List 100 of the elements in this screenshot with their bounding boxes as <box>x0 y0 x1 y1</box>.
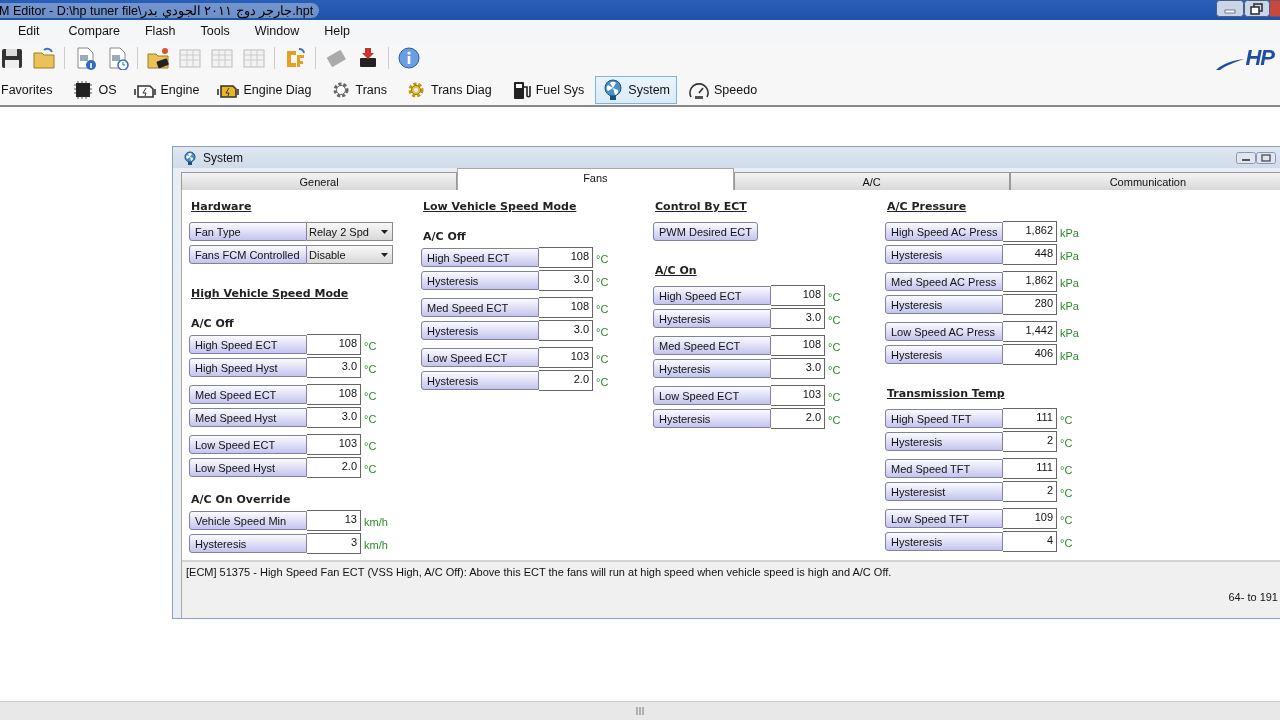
unit-label: °C <box>828 414 841 426</box>
minimize-icon[interactable] <box>1236 151 1256 164</box>
menu-item[interactable]: Compare <box>68 24 129 38</box>
value-field[interactable]: 1,862 <box>1003 221 1057 242</box>
section-subheading: A/C On Override <box>191 493 292 506</box>
nav-tab[interactable]: Trans <box>322 75 394 104</box>
value-field[interactable]: 103 <box>307 434 361 455</box>
value-field[interactable]: 2.0 <box>771 408 825 429</box>
value-field[interactable]: 108 <box>539 247 593 268</box>
value-field[interactable]: 3.0 <box>307 357 361 378</box>
value-field[interactable]: 4 <box>1003 531 1057 552</box>
menu-item[interactable]: Window <box>254 24 309 38</box>
menu-item[interactable]: Edit <box>18 24 49 38</box>
dropdown[interactable]: Disable <box>307 245 393 264</box>
field-label: Low Speed AC Press <box>885 322 1003 341</box>
folder-chip-icon[interactable] <box>146 46 170 70</box>
field-label: Hysteresist <box>885 482 1003 501</box>
value-field[interactable]: 103 <box>539 347 593 368</box>
value-field[interactable]: 3.0 <box>307 407 361 428</box>
info-icon[interactable] <box>397 46 421 70</box>
nav-tab[interactable]: OS <box>65 75 124 104</box>
value-field[interactable]: 3 <box>307 533 361 554</box>
unit-label: km/h <box>364 539 388 551</box>
value-field[interactable]: 2.0 <box>539 370 593 391</box>
range-text: 64- to 191 <box>1228 591 1278 603</box>
unit-label: kPa <box>1060 300 1079 312</box>
value-field[interactable]: 2 <box>1003 481 1057 502</box>
value-field[interactable]: 108 <box>307 334 361 355</box>
swoosh-icon <box>1215 57 1246 71</box>
section-heading: Hardware <box>191 200 253 214</box>
value-field[interactable]: 280 <box>1003 294 1057 315</box>
tab[interactable]: Communication <box>1009 172 1280 190</box>
save-icon[interactable] <box>0 46 24 70</box>
caret-icon <box>381 252 388 257</box>
value-field[interactable]: 406 <box>1003 344 1057 365</box>
maximize-icon[interactable] <box>1244 0 1270 17</box>
field-label: Low Speed ECT <box>421 348 539 367</box>
nav-tab[interactable]: Engine <box>127 75 207 104</box>
section-heading: High Vehicle Speed Mode <box>191 287 350 301</box>
field-label: Low Speed Hyst <box>189 458 307 477</box>
nav-tab[interactable]: Fuel Sys <box>502 75 592 104</box>
tab[interactable]: Fans <box>457 168 734 190</box>
field-label: Hysteresis <box>885 295 1003 314</box>
value-field[interactable]: 448 <box>1003 244 1057 265</box>
field-label: Hysteresis <box>421 371 539 390</box>
unit-label: °C <box>828 314 841 326</box>
value-field[interactable]: 3.0 <box>771 308 825 329</box>
grip-icon[interactable] <box>636 707 644 715</box>
unit-label: °C <box>364 440 377 452</box>
value-field[interactable]: 108 <box>539 297 593 318</box>
field-label: Hysteresis <box>421 271 539 290</box>
field-label: High Speed ECT <box>421 248 539 267</box>
window-title: M Editor - D:\hp tuner file\جارجر دوج ٢٠١١ الجودي بدر.hpt <box>0 2 320 18</box>
tab[interactable]: A/C <box>733 172 1010 190</box>
folder-icon[interactable] <box>32 46 56 70</box>
value-field[interactable]: 2.0 <box>307 457 361 478</box>
value-field[interactable]: 13 <box>307 510 361 531</box>
value-field[interactable]: 109 <box>1003 508 1057 529</box>
value-field[interactable]: 111 <box>1003 408 1057 429</box>
value-field[interactable]: 3.0 <box>771 358 825 379</box>
table-button[interactable]: PWM Desired ECT <box>653 222 758 241</box>
caret-icon <box>381 229 388 234</box>
value-field[interactable]: 3.0 <box>539 320 593 341</box>
unit-label: °C <box>1060 414 1073 426</box>
value-field[interactable]: 1,442 <box>1003 321 1057 342</box>
minimize-icon[interactable] <box>1216 0 1244 17</box>
value-field[interactable]: 111 <box>1003 458 1057 479</box>
value-field[interactable]: 108 <box>771 335 825 356</box>
field-label: Hysteresis <box>885 432 1003 451</box>
nav-tab[interactable]: Speedo <box>681 75 765 104</box>
value-field[interactable]: 108 <box>771 285 825 306</box>
field-label: Hysteresis <box>653 359 771 378</box>
value-field[interactable]: 1,862 <box>1003 271 1057 292</box>
unit-label: °C <box>828 291 841 303</box>
value-field[interactable]: 2 <box>1003 431 1057 452</box>
unit-label: kPa <box>1060 250 1079 262</box>
tab[interactable]: General <box>181 172 458 190</box>
unit-label: °C <box>1060 537 1073 549</box>
field-label: Hysteresis <box>653 409 771 428</box>
menu-item[interactable]: Tools <box>200 24 239 38</box>
unit-label: °C <box>828 364 841 376</box>
menu-item[interactable]: Help <box>324 24 359 38</box>
nav-tab[interactable]: Favorites <box>0 75 60 104</box>
field-label: Med Speed AC Press <box>885 272 1003 291</box>
value-field[interactable]: 3.0 <box>539 270 593 291</box>
menu-item[interactable]: Flash <box>144 24 185 38</box>
unit-label: °C <box>364 340 377 352</box>
value-field[interactable]: 103 <box>771 385 825 406</box>
field-label: High Speed ECT <box>189 335 307 354</box>
field-label: Med Speed Hyst <box>189 408 307 427</box>
nav-tab[interactable]: Engine Diag <box>210 75 319 104</box>
fan-icon <box>183 150 197 165</box>
field-label: Low Speed TFT <box>885 509 1003 528</box>
nav-tab[interactable]: System <box>595 75 677 104</box>
field-label: Med Speed ECT <box>653 336 771 355</box>
dropdown[interactable]: Relay 2 Spd <box>307 222 393 241</box>
unit-label: kPa <box>1060 327 1079 339</box>
field-label: Med Speed ECT <box>189 385 307 404</box>
nav-tab[interactable]: Trans Diag <box>398 75 499 104</box>
value-field[interactable]: 108 <box>307 384 361 405</box>
